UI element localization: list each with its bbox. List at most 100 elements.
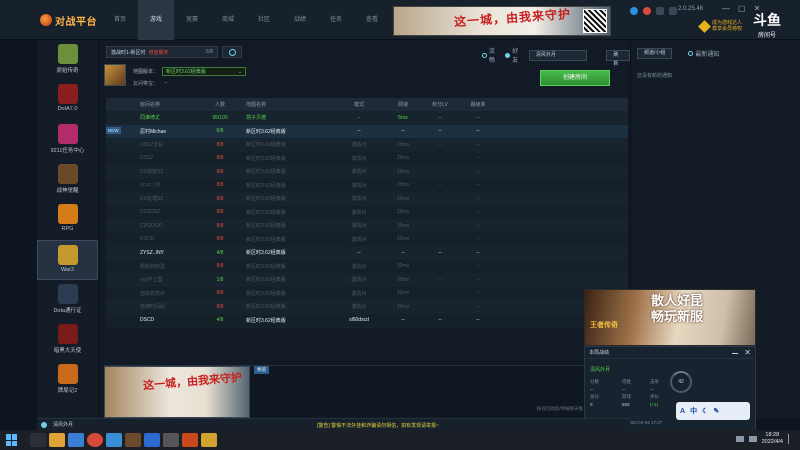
nav-tab[interactable]: 首页 [102,0,138,40]
clock[interactable]: 18:28 2022/4/4 [762,432,783,446]
nav-tab[interactable]: 商城 [210,0,246,40]
cell-game-mode: 激情对 [351,263,367,270]
globe-icon [228,48,236,56]
sidebar-item[interactable]: War3 [37,240,98,280]
windows-start-icon[interactable] [6,434,18,446]
room-selector[interactable]: 激战时1-新区时 增值服务 6/8 [106,46,218,58]
friend-label: 友间带宝： [133,81,159,87]
sidebar-item-label: 原始传奇 [56,68,79,74]
cell-room-name: DSSZ [140,155,154,162]
table-row[interactable]: DSSZ 8/8 新区时3.62经典版 激情对 20ms -- -- [106,152,628,166]
radio-fluent[interactable]: 流畅 [482,46,500,64]
filter-dropdown-label: 清风外月 [535,51,556,58]
cell-ping: -- [401,317,405,324]
table-row[interactable]: 同谁绮丈 95/100 领子贝德 -- 5ms -- -- [106,111,628,125]
ime-pen-icon[interactable]: ✎ [713,407,719,415]
search-icon[interactable] [29,433,46,447]
header-room-name[interactable]: 房间名称 [106,101,206,108]
cell-kick-rate: -- [476,114,480,121]
sidebar-item[interactable]: 牌局记2 [37,360,98,400]
header-kick-rate[interactable]: 踢级率 [458,101,498,108]
skin-icon[interactable] [656,7,664,15]
header-count[interactable]: 人数 [206,101,234,108]
cell-kick-rate: -- [476,290,480,297]
minimize-icon[interactable]: — [722,4,730,13]
bottom-user[interactable]: 清风外月 [41,421,73,428]
ime-mode-icon[interactable]: A [680,408,685,415]
header-map[interactable]: 地图名称 [234,101,334,108]
sidebar-item[interactable]: Dota通行证 [37,280,98,320]
top-promo-banner[interactable]: 这一城，由我来守护 [393,6,611,36]
table-row[interactable]: DSSZ全段 8/8 新区时3.62经典版 激情对 20ms -- -- [106,138,628,152]
sidebar-item[interactable]: RPG [37,200,98,240]
chrome-icon[interactable] [86,433,103,447]
sidebar-item[interactable]: 战神觉醒 [37,160,98,200]
edge-icon[interactable] [67,433,84,447]
table-row[interactable]: xz zz | fd 8/8 新区时3.62经典版 激情对 20ms -- -- [106,179,628,193]
chat-promo-banner[interactable]: 这一城，由我来守护 [104,366,250,418]
cell-game-mode: 激情对 [351,277,367,284]
cell-level: -- [438,195,442,202]
globe-button[interactable] [222,46,242,58]
show-desktop-icon[interactable] [788,434,794,444]
app-logo[interactable]: 对战平台 [40,11,102,29]
create-room-button[interactable]: 创建房间 [540,70,610,86]
nav-tab[interactable]: 查看 [354,0,390,40]
header-ping[interactable]: 网速 [384,101,422,108]
network-icon[interactable] [735,436,744,442]
nav-tab[interactable]: 游戏 [138,0,174,40]
table-row[interactable]: DS处理SZ 8/8 新区时3.62经典版 激情对 20ms -- -- [106,192,628,206]
chat-channel-tab[interactable]: 頻道 [254,366,269,374]
app-icon[interactable] [181,433,198,447]
app-icon[interactable] [143,433,160,447]
notification-icon[interactable] [643,7,651,15]
shield-icon[interactable] [669,7,677,15]
table-row[interactable]: 顺颜的转型 8/8 新区时3.62经典版 激情对 20ms -- -- [106,260,628,274]
app-icon[interactable] [105,433,122,447]
cell-game-mode: 激情对 [351,290,367,297]
refresh-button[interactable]: 刷新 [606,49,631,67]
table-row[interactable]: ZYSZ..INY 4/8 新区时3.62经典版 -- -- -- -- [106,246,628,260]
cell-map-name: 新区时3.62经典版 [246,196,286,203]
table-row[interactable]: 自由党员对 8/8 新区时3.62经典版 激情对 20ms -- -- [106,287,628,301]
tab-notifications[interactable]: 最新通知 [688,49,719,58]
close-icon[interactable]: ✕ [744,348,751,357]
tab-channel-group[interactable]: 频道/小组 [637,48,673,59]
nav-tab[interactable]: 社区 [246,0,282,40]
table-row[interactable]: NEW 忍村Michae 6/8 新区时3.62经典版 -- -- -- -- [106,125,628,139]
radio-friend[interactable]: 好友 [505,46,523,64]
game-ad-banner[interactable]: 散人好昆 畅玩新服 王者传奇 [584,289,756,346]
score-label: 游戏 [622,394,631,399]
nav-tab[interactable]: 任务 [318,0,354,40]
map-version-select[interactable]: 新区时3.62经典版 ⌄ [162,67,247,76]
sidebar-item[interactable]: 暗黑大天使 [37,320,98,360]
sidebar-item[interactable]: DotA7.0 [37,80,98,120]
minimize-icon[interactable] [732,351,739,354]
header-mode[interactable]: 模式 [334,101,384,108]
header-level[interactable]: 积分LV [422,101,458,108]
table-row[interactable]: DSSDSZ 8/8 新区时3.62经典版 激情对 20ms -- -- [106,206,628,220]
ime-lang-icon[interactable]: 中 [690,406,697,416]
vip-badge[interactable]: 成为游戏达人 尊享会员特权 [698,19,742,33]
cell-room-name: ZYSZ..INY [140,249,164,256]
table-row[interactable]: DSCD 4/8 新区时3.62经典版 sl60dscd -- -- -- [106,314,628,328]
nav-tab[interactable]: 战绩 [282,0,318,40]
ime-moon-icon[interactable]: ☾ [702,407,708,415]
table-row[interactable]: CDOOOO 8/8 新区时3.62经典版 激情对 20ms -- -- [106,219,628,233]
table-row[interactable]: DS速度SZ 8/8 新区时3.62经典版 激情对 20ms -- -- [106,165,628,179]
table-row[interactable]: 自律时间段 8/8 新区时3.62经典版 激情对 20ms -- -- [106,300,628,314]
table-row[interactable]: DSCD 8/8 新区时3.62经典版 激情对 20ms -- -- [106,233,628,247]
table-row[interactable]: xxx平上国 1/8 新区时3.62经典版 激情对 20ms -- -- [106,273,628,287]
app-icon[interactable] [200,433,217,447]
ad-text-line2: 畅玩新服 [651,310,704,325]
sidebar-item[interactable]: 9211任务中心 [37,120,98,160]
file-explorer-icon[interactable] [48,433,65,447]
filter-dropdown[interactable]: 清风外月 [528,49,588,61]
app-icon[interactable] [162,433,179,447]
cell-player-count: 4/8 [216,317,224,324]
game-platform-icon[interactable] [124,433,141,447]
message-icon[interactable] [630,7,638,15]
sidebar-item[interactable]: 原始传奇 [37,40,98,80]
volume-icon[interactable] [748,436,757,442]
nav-tab[interactable]: 竞赛 [174,0,210,40]
